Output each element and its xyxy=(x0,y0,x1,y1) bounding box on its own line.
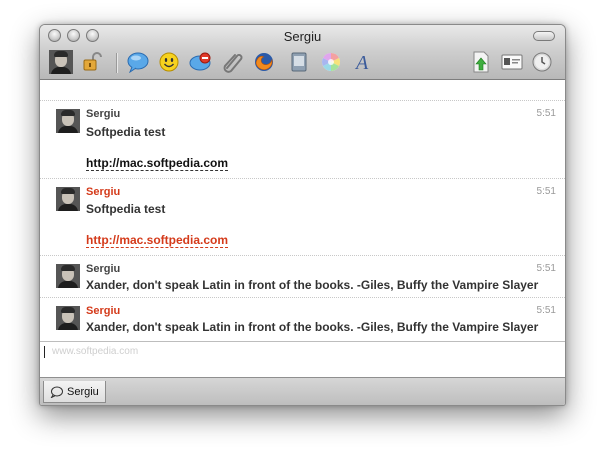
message-sender: Sergiu xyxy=(86,186,121,198)
firefox-icon xyxy=(255,53,273,71)
insert-image-button[interactable] xyxy=(287,50,311,74)
toolbar-toggle-button[interactable] xyxy=(533,31,555,41)
message-text: Softpedia test xyxy=(86,125,166,139)
text-caret xyxy=(44,346,45,358)
avatar xyxy=(56,264,80,288)
smiley-icon xyxy=(159,52,179,72)
avatar xyxy=(56,306,80,330)
watermark: www.softpedia.com xyxy=(52,346,139,357)
avatar-icon xyxy=(49,50,73,74)
message-item: Sergiu 5:51 Xander, don't speak Latin in… xyxy=(40,298,565,341)
send-file-button[interactable] xyxy=(221,50,245,74)
contact-info-button[interactable] xyxy=(500,50,524,74)
font-icon: A xyxy=(354,52,369,73)
chat-window: Sergiu A Sergiu 5:51 Softpedia test http… xyxy=(39,24,566,406)
paperclip-icon xyxy=(223,54,243,73)
log-top-divider xyxy=(40,80,565,101)
message-input[interactable]: www.softpedia.com xyxy=(40,341,565,378)
open-browser-button[interactable] xyxy=(252,50,276,74)
send-file-upload-button[interactable] xyxy=(469,50,493,74)
encryption-button[interactable] xyxy=(80,50,104,74)
message-item: Sergiu 5:51 Softpedia test http://mac.so… xyxy=(40,179,565,256)
toolbar-separator xyxy=(116,53,118,73)
message-link[interactable]: http://mac.softpedia.com xyxy=(86,157,229,171)
message-sender: Sergiu xyxy=(86,108,121,120)
window-title: Sergiu xyxy=(283,29,322,44)
message-time: 5:51 xyxy=(536,108,556,119)
lock-icon xyxy=(83,52,102,71)
contact-card-icon xyxy=(501,54,523,70)
message-text: Softpedia test xyxy=(86,202,166,216)
font-button[interactable]: A xyxy=(351,50,375,74)
emoticon-button[interactable] xyxy=(157,50,181,74)
message-time: 5:51 xyxy=(536,305,556,316)
message-item: Sergiu 5:51 Softpedia test http://mac.so… xyxy=(40,101,565,179)
block-icon xyxy=(189,52,211,71)
tab-bar: Sergiu xyxy=(40,377,565,405)
avatar xyxy=(56,187,80,211)
tab-sergiu[interactable]: Sergiu xyxy=(43,381,106,403)
message-item: Sergiu 5:51 Xander, don't speak Latin in… xyxy=(40,256,565,298)
message-sender: Sergiu xyxy=(86,263,121,275)
message-time: 5:51 xyxy=(536,186,556,197)
chat-button[interactable] xyxy=(126,50,150,74)
message-link[interactable]: http://mac.softpedia.com xyxy=(86,234,229,248)
color-picker-button[interactable] xyxy=(319,50,343,74)
message-time: 5:51 xyxy=(536,263,556,274)
chat-bubble-icon xyxy=(127,52,149,73)
message-sender: Sergiu xyxy=(86,305,121,317)
message-log: Sergiu 5:51 Softpedia test http://mac.so… xyxy=(40,80,565,340)
message-text: Xander, don't speak Latin in front of th… xyxy=(86,320,539,334)
block-contact-button[interactable] xyxy=(189,50,213,74)
chat-history-button[interactable] xyxy=(530,50,554,74)
chat-bubble-icon xyxy=(50,386,63,398)
avatar xyxy=(56,109,80,133)
contact-avatar-button[interactable] xyxy=(49,50,73,74)
svg-text:A: A xyxy=(354,52,369,73)
image-icon xyxy=(291,52,307,72)
message-text: Xander, don't speak Latin in front of th… xyxy=(86,278,539,292)
history-clock-icon xyxy=(532,52,552,72)
title-bar: Sergiu A xyxy=(40,25,565,80)
tab-label: Sergiu xyxy=(67,385,99,398)
file-upload-icon xyxy=(473,51,489,73)
color-wheel-icon xyxy=(322,53,340,71)
